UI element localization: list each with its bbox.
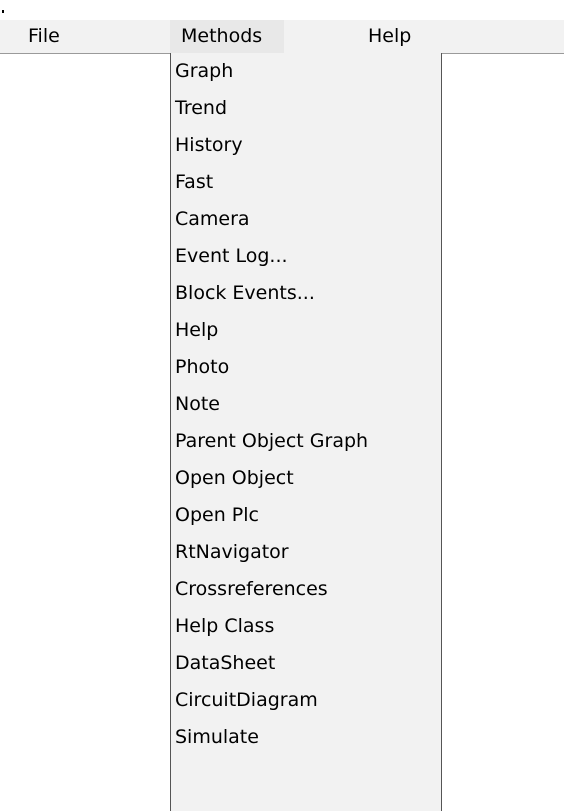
application-window: File Methods Help Graph Trend History Fa… — [0, 0, 564, 811]
menu-bar: File Methods Help — [0, 20, 564, 54]
menu-methods[interactable]: Methods — [170, 20, 284, 53]
menu-item-rtnavigator[interactable]: RtNavigator — [171, 534, 441, 571]
menu-help[interactable]: Help — [368, 20, 411, 53]
menu-item-trend[interactable]: Trend — [171, 90, 441, 127]
menu-item-help[interactable]: Help — [171, 312, 441, 349]
menu-item-event-log[interactable]: Event Log... — [171, 238, 441, 275]
menu-item-simulate[interactable]: Simulate — [171, 719, 441, 756]
menu-item-crossreferences[interactable]: Crossreferences — [171, 571, 441, 608]
menu-item-open-plc[interactable]: Open Plc — [171, 497, 441, 534]
menu-file[interactable]: File — [28, 20, 60, 53]
menu-item-block-events[interactable]: Block Events... — [171, 275, 441, 312]
corner-marker — [2, 10, 4, 13]
methods-dropdown-menu: Graph Trend History Fast Camera Event Lo… — [170, 53, 442, 811]
menu-item-fast[interactable]: Fast — [171, 164, 441, 201]
menu-item-graph[interactable]: Graph — [171, 53, 441, 90]
menu-item-open-object[interactable]: Open Object — [171, 460, 441, 497]
menu-item-photo[interactable]: Photo — [171, 349, 441, 386]
menu-item-help-class[interactable]: Help Class — [171, 608, 441, 645]
menu-item-note[interactable]: Note — [171, 386, 441, 423]
menu-item-datasheet[interactable]: DataSheet — [171, 645, 441, 682]
menu-item-parent-object-graph[interactable]: Parent Object Graph — [171, 423, 441, 460]
menu-item-camera[interactable]: Camera — [171, 201, 441, 238]
menu-item-history[interactable]: History — [171, 127, 441, 164]
menu-item-circuit-diagram[interactable]: CircuitDiagram — [171, 682, 441, 719]
